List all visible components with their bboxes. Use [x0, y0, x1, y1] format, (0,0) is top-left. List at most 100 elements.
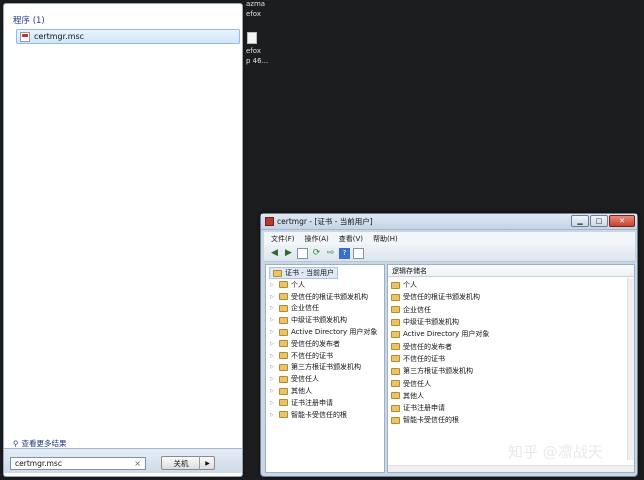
minimize-button[interactable]: ▁ [571, 215, 589, 227]
tree-item-label: 其他人 [291, 387, 312, 396]
tree-item[interactable]: ▷ 企业信任 [270, 303, 377, 315]
list-item-label: 第三方根证书颁发机构 [403, 367, 473, 376]
tree-item[interactable]: ▷ Active Directory 用户对象 [270, 326, 377, 338]
tree-item[interactable]: ▷ 第三方根证书颁发机构 [270, 362, 377, 374]
desktop-icon-label[interactable]: p 46... [246, 57, 268, 66]
expand-triangle-icon[interactable]: ▷ [270, 376, 276, 382]
close-button[interactable]: ✕ [609, 215, 635, 227]
vertical-scrollbar[interactable] [627, 278, 634, 460]
list-item[interactable]: 不信任的证书 [391, 353, 489, 365]
start-search-input[interactable]: certmgr.msc × [10, 457, 146, 470]
expand-triangle-icon[interactable]: ▷ [270, 305, 276, 311]
tree-item[interactable]: ▷ 受信任人 [270, 373, 377, 385]
tree-list: ▷ 个人 ▷ 受信任的根证书颁发机构 ▷ 企业信任 ▷ 中级证书颁发机构 ▷ Active Dir… [270, 279, 377, 421]
search-input-value: certmgr.msc [15, 459, 62, 468]
list-item[interactable]: 证书注册申请 [391, 402, 489, 414]
folder-icon [279, 293, 288, 301]
console-tree-pane: 证书 - 当前用户 ▷ 个人 ▷ 受信任的根证书颁发机构 ▷ 企业信任 ▷ 中级证书颁发机构 ▷… [265, 264, 385, 473]
expand-triangle-icon[interactable]: ▷ [270, 329, 276, 335]
tree-item[interactable]: ▷ 证书注册申请 [270, 397, 377, 409]
folder-icon [279, 340, 288, 348]
desktop-icon-label[interactable]: efox [246, 10, 261, 19]
list-item[interactable]: 受信任的发布者 [391, 340, 489, 352]
list-item-label: 证书注册申请 [403, 404, 445, 413]
tree-item[interactable]: ▷ 个人 [270, 279, 377, 291]
back-arrow-icon[interactable]: ◀ [269, 248, 280, 259]
tree-item-label: 企业信任 [291, 304, 319, 313]
expand-triangle-icon[interactable]: ▷ [270, 388, 276, 394]
tree-root-label: 证书 - 当前用户 [285, 269, 334, 277]
folder-icon [279, 387, 288, 395]
certificates-store-icon [273, 269, 282, 277]
shutdown-options-button[interactable]: ▶ [199, 456, 215, 470]
list-item-label: 企业信任 [403, 305, 431, 314]
list-item[interactable]: 受信任人 [391, 377, 489, 389]
folder-icon [279, 411, 288, 419]
document-icon[interactable] [247, 32, 257, 44]
export-list-icon[interactable]: ⇨ [325, 248, 336, 259]
menu-help[interactable]: 帮助(H) [373, 234, 398, 244]
clear-search-icon[interactable]: × [134, 459, 141, 468]
watermark: 知乎 @凛战天 [508, 443, 603, 461]
menu-file[interactable]: 文件(F) [271, 234, 295, 244]
list-item[interactable]: 其他人 [391, 390, 489, 402]
chevron-right-icon: ▶ [205, 459, 210, 467]
tree-item[interactable]: ▷ 不信任的证书 [270, 350, 377, 362]
tree-item-label: 智能卡受信任的根 [291, 410, 347, 419]
store-list: 个人 受信任的根证书颁发机构企业信任中级证书颁发机构 Active Director… [391, 279, 489, 427]
desktop-icon-label[interactable]: efox [246, 47, 261, 56]
start-menu: 程序 (1) certmgr.msc ⚲ 查看更多结果 [3, 3, 243, 477]
tree-root[interactable]: 证书 - 当前用户 [269, 267, 338, 279]
list-item[interactable]: 个人 [391, 279, 489, 291]
tree-item[interactable]: ▷ 受信任的发布者 [270, 338, 377, 350]
programs-section-title: 程序 (1) [13, 16, 45, 26]
folder-icon [279, 281, 288, 289]
tree-item[interactable]: ▷ 其他人 [270, 385, 377, 397]
folder-icon [391, 367, 400, 375]
list-item[interactable]: 第三方根证书颁发机构 [391, 365, 489, 377]
list-item[interactable]: 中级证书颁发机构 [391, 316, 489, 328]
toolbar: ◀ ▶ ⟳ ⇨ ? [264, 245, 635, 262]
help-icon[interactable]: ? [339, 247, 350, 259]
folder-icon [391, 392, 400, 400]
list-item[interactable]: 受信任的根证书颁发机构 [391, 291, 489, 303]
tree-item[interactable]: ▷ 受信任的根证书颁发机构 [270, 291, 377, 303]
tree-item[interactable]: ▷ 智能卡受信任的根 [270, 409, 377, 421]
window-title: certmgr - [证书 - 当前用户] [277, 217, 373, 226]
column-header-store-name[interactable]: 逻辑存储名 [388, 265, 634, 277]
expand-triangle-icon[interactable]: ▷ [270, 353, 276, 359]
horizontal-scrollbar[interactable] [388, 465, 634, 472]
expand-triangle-icon[interactable]: ▷ [270, 294, 276, 300]
folder-icon [279, 399, 288, 407]
expand-triangle-icon[interactable]: ▷ [270, 412, 276, 418]
folder-icon [391, 380, 400, 388]
list-item-label: Active Directory 用户对象 [403, 330, 490, 339]
window-titlebar[interactable]: certmgr - [证书 - 当前用户] ▁ □ ✕ [261, 214, 637, 230]
expand-triangle-icon[interactable]: ▷ [270, 400, 276, 406]
tree-item[interactable]: ▷ 中级证书颁发机构 [270, 314, 377, 326]
list-item[interactable]: Active Directory 用户对象 [391, 328, 489, 340]
menu-action[interactable]: 操作(A) [305, 234, 329, 244]
menu-view[interactable]: 查看(V) [339, 234, 363, 244]
tree-item-label: 受信任的发布者 [291, 339, 340, 348]
maximize-button[interactable]: □ [590, 215, 608, 227]
folder-icon [391, 293, 400, 301]
console-tree-icon[interactable] [297, 247, 308, 259]
search-result-certmgr[interactable]: certmgr.msc [16, 29, 240, 44]
properties-icon[interactable] [353, 247, 364, 259]
list-item[interactable]: 智能卡受信任的根 [391, 414, 489, 426]
tree-item-label: 不信任的证书 [291, 351, 333, 360]
refresh-icon[interactable]: ⟳ [311, 248, 322, 259]
expand-triangle-icon[interactable]: ▷ [270, 317, 276, 323]
tree-item-label: 受信任人 [291, 375, 319, 384]
folder-icon [279, 375, 288, 383]
folder-icon [391, 416, 400, 424]
expand-triangle-icon[interactable]: ▷ [270, 364, 276, 370]
folder-icon [279, 363, 288, 371]
desktop-icon-label[interactable]: azma [246, 0, 265, 9]
expand-triangle-icon[interactable]: ▷ [270, 282, 276, 288]
list-item[interactable]: 企业信任 [391, 304, 489, 316]
expand-triangle-icon[interactable]: ▷ [270, 341, 276, 347]
forward-arrow-icon[interactable]: ▶ [283, 248, 294, 259]
tree-item-label: 第三方根证书颁发机构 [291, 363, 361, 372]
